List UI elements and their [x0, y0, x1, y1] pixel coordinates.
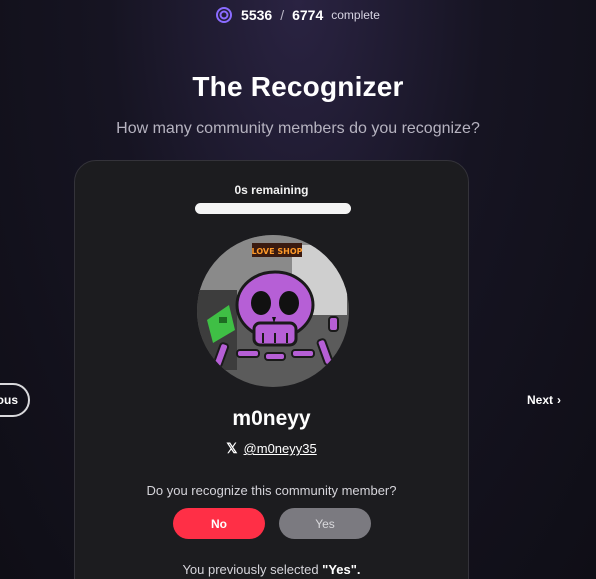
page-title: The Recognizer	[192, 71, 404, 102]
previous-selection-prefix: You previously selected	[182, 562, 323, 577]
next-button[interactable]: Next ›	[527, 393, 561, 407]
page-subtitle: How many community members do you recogn…	[116, 120, 480, 137]
member-handle-link[interactable]: @m0neyy35	[244, 441, 317, 456]
avatar-sign-text: LOVE SHOP	[252, 247, 303, 256]
chevron-right-icon: ›	[557, 393, 562, 407]
previous-selection-value: "Yes".	[322, 562, 361, 577]
timer-progress-bar	[195, 203, 351, 214]
member-username: m0neyy	[232, 407, 311, 430]
member-card: 0s remaining LOVE SHOP m0neyy 𝕏 @m0neyy3…	[74, 160, 469, 579]
target-icon	[216, 7, 233, 23]
previous-button[interactable]: ous	[0, 383, 30, 417]
timer-label: 0s remaining	[234, 183, 309, 197]
progress-counter: 5536 / 6774 complete	[0, 7, 596, 23]
member-handle-row[interactable]: 𝕏 @m0neyy35	[75, 440, 468, 457]
progress-separator: /	[280, 7, 285, 23]
avatar: LOVE SHOP	[197, 235, 349, 387]
previous-button-label: ous	[0, 393, 18, 407]
yes-button[interactable]: Yes	[279, 508, 371, 539]
recognizer-page: 5536 / 6774 complete The Recognizer How …	[0, 0, 596, 579]
recognize-question: Do you recognize this community member?	[146, 483, 397, 498]
progress-total: 6774	[292, 7, 324, 23]
previous-selection-note: You previously selected "Yes".	[75, 562, 468, 577]
progress-label: complete	[331, 8, 380, 22]
x-logo-icon: 𝕏	[226, 440, 238, 456]
progress-completed: 5536	[241, 7, 273, 23]
no-button[interactable]: No	[173, 508, 265, 539]
next-button-label: Next	[527, 393, 554, 407]
